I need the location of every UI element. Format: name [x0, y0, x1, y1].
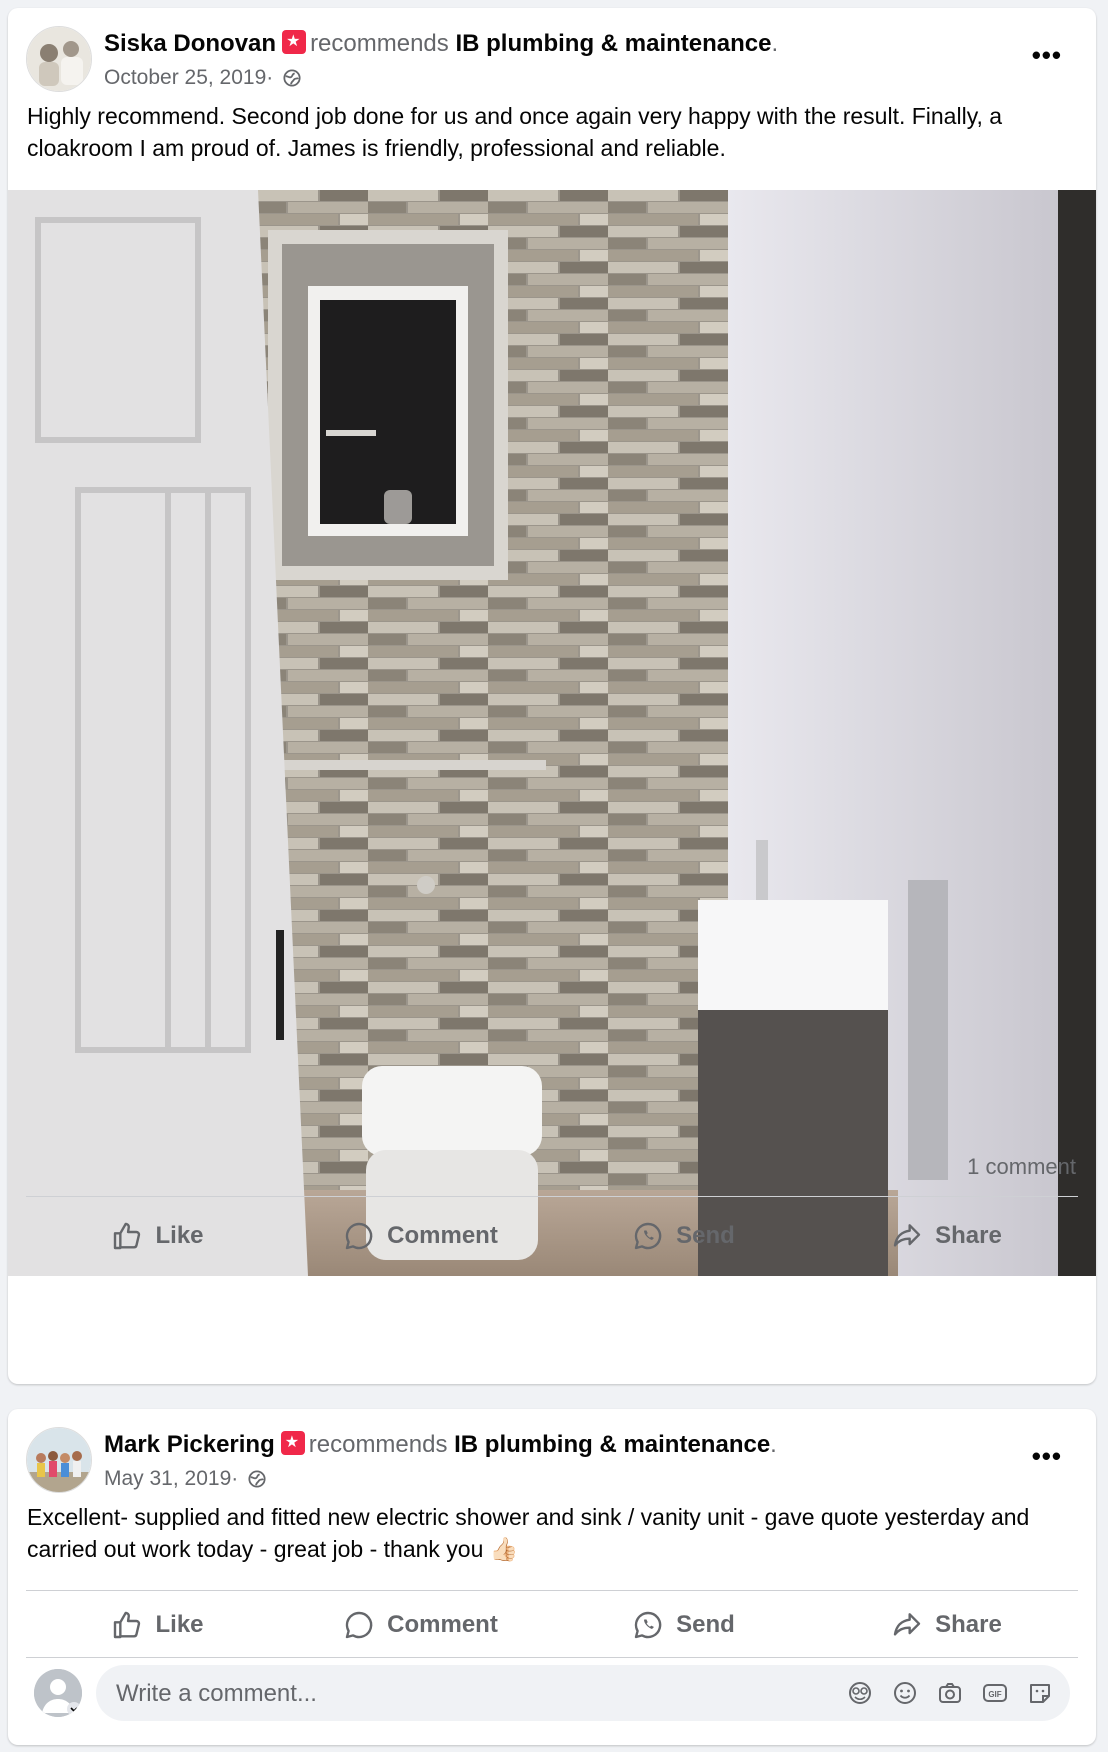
recommends-text: recommends: [308, 1431, 448, 1458]
recommends-text: recommends: [310, 30, 449, 57]
post-photo[interactable]: [8, 190, 1096, 1276]
more-options-icon[interactable]: •••: [1032, 1441, 1062, 1472]
post-date: October 25, 2019·: [104, 66, 301, 90]
share-label: Share: [935, 1611, 1002, 1638]
comment-composer: Write a comment... GIF: [34, 1663, 1070, 1723]
comment-placeholder: Write a comment...: [116, 1680, 317, 1707]
send-button[interactable]: Send: [552, 1206, 815, 1266]
send-button[interactable]: Send: [552, 1595, 815, 1655]
action-bar: Like Comment Send Share: [26, 1595, 1078, 1655]
like-icon: [114, 1222, 141, 1250]
like-icon: [114, 1611, 141, 1639]
send-icon: [634, 1222, 662, 1250]
like-button[interactable]: Like: [26, 1206, 289, 1266]
like-label: Like: [155, 1222, 204, 1249]
period: .: [770, 1431, 777, 1458]
page-name-link[interactable]: IB plumbing & maintenance: [454, 1431, 770, 1458]
globe-icon: [283, 69, 301, 87]
send-icon: [634, 1611, 662, 1639]
comment-input[interactable]: Write a comment... GIF: [96, 1665, 1070, 1721]
camera-icon[interactable]: [936, 1679, 964, 1707]
date-text[interactable]: October 25, 2019·: [104, 66, 273, 89]
post-card: Siska Donovan recommends IB plumbing & ma…: [8, 8, 1096, 1384]
post-text: Highly recommend. Second job done for us…: [27, 103, 1003, 161]
share-icon: [893, 1613, 921, 1636]
recommend-badge-icon: [282, 30, 307, 54]
gif-icon[interactable]: GIF: [981, 1679, 1009, 1707]
page-name-link[interactable]: IB plumbing & maintenance: [455, 30, 771, 57]
comment-label: Comment: [387, 1222, 498, 1249]
author-avatar[interactable]: [26, 1427, 92, 1493]
post-header: Siska Donovan recommends IB plumbing & ma…: [104, 30, 778, 58]
share-label: Share: [935, 1222, 1002, 1249]
post-header: Mark Pickering recommends IB plumbing & m…: [104, 1431, 777, 1459]
action-bar: Like Comment Send Share: [26, 1206, 1078, 1266]
send-label: Send: [676, 1611, 735, 1638]
comment-icon: [345, 1222, 373, 1250]
emoji-icon[interactable]: [891, 1679, 919, 1707]
emoji-icon[interactable]: [846, 1679, 874, 1707]
divider: [26, 1196, 1078, 1197]
svg-text:GIF: GIF: [988, 1690, 1001, 1699]
author-avatar[interactable]: [26, 26, 92, 92]
comment-tools: GIF: [846, 1679, 1054, 1707]
share-button[interactable]: Share: [815, 1206, 1078, 1266]
share-icon: [893, 1224, 921, 1247]
comment-button[interactable]: Comment: [289, 1206, 552, 1266]
globe-icon: [248, 1470, 266, 1488]
comments-count[interactable]: 1 comment: [967, 1154, 1076, 1180]
period: .: [771, 30, 779, 57]
more-options-icon[interactable]: •••: [1032, 40, 1062, 71]
post-text: Excellent- supplied and fitted new elect…: [27, 1504, 1030, 1562]
comment-label: Comment: [387, 1611, 498, 1638]
divider: [26, 1590, 1078, 1591]
like-label: Like: [155, 1611, 204, 1638]
avatar-icon[interactable]: [34, 1669, 82, 1717]
author-name[interactable]: Mark Pickering: [104, 1431, 275, 1458]
like-button[interactable]: Like: [26, 1595, 289, 1655]
author-name[interactable]: Siska Donovan: [104, 30, 276, 57]
comment-icon: [345, 1611, 373, 1639]
post-date: May 31, 2019·: [104, 1467, 266, 1491]
date-text[interactable]: May 31, 2019·: [104, 1467, 238, 1490]
post-card: Mark Pickering recommends IB plumbing & m…: [8, 1409, 1096, 1745]
divider: [26, 1657, 1078, 1658]
sticker-icon[interactable]: [1026, 1679, 1054, 1707]
comment-button[interactable]: Comment: [289, 1595, 552, 1655]
send-label: Send: [676, 1222, 735, 1249]
recommend-badge-icon: [280, 1431, 305, 1455]
share-button[interactable]: Share: [815, 1595, 1078, 1655]
